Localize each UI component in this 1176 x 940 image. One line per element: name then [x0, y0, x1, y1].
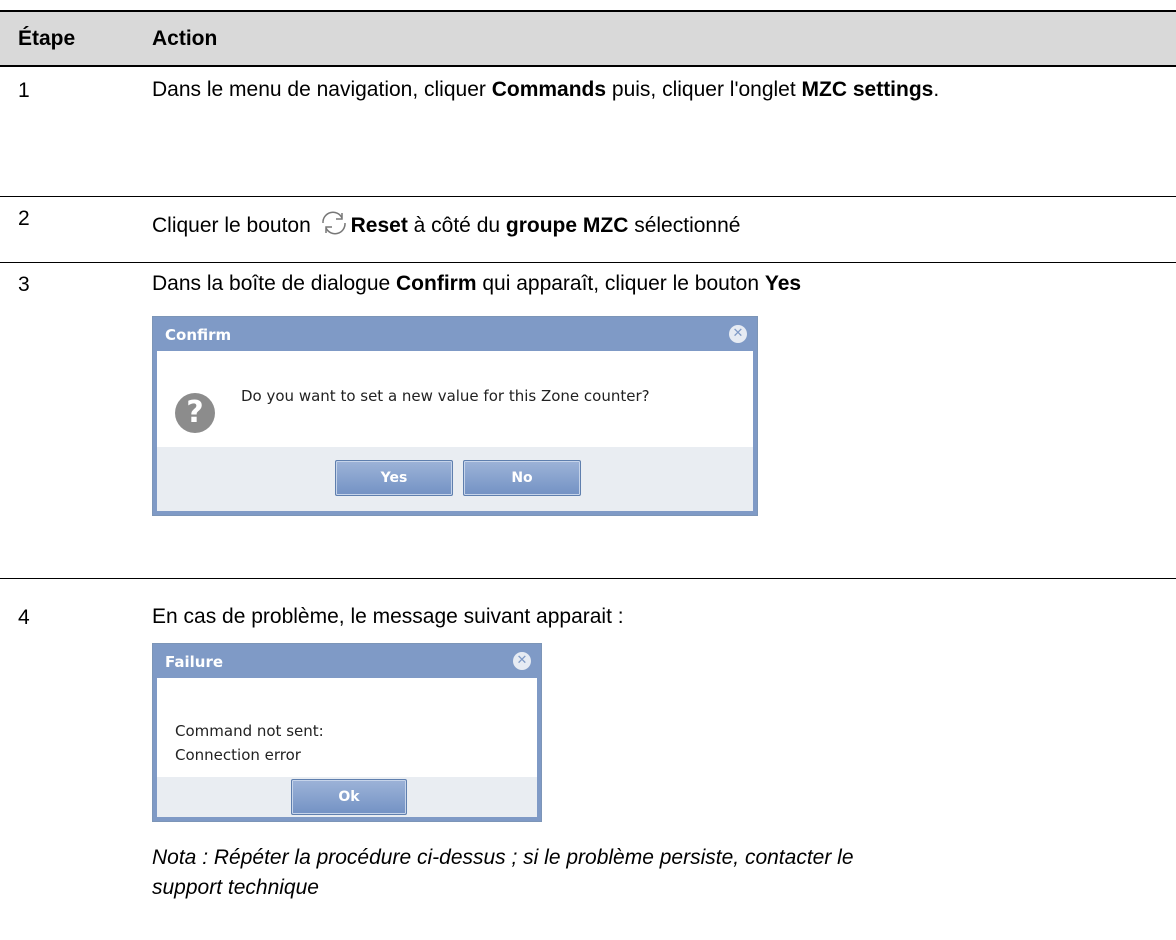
dialog-footer: Yes No	[157, 447, 753, 511]
dialog-border-bottom	[153, 817, 541, 821]
step-bold: Commands	[491, 78, 607, 101]
refresh-icon	[319, 210, 349, 244]
step-bold: Confirm	[396, 272, 477, 295]
row-divider	[0, 578, 1176, 579]
dialog-title: Failure	[165, 653, 224, 671]
dialog-message: Do you want to set a new value for this …	[241, 387, 650, 405]
dialog-message-line2: Connection error	[175, 746, 301, 764]
header-action: Action	[152, 27, 218, 50]
step-text: Dans le menu de navigation, cliquer Comm…	[152, 78, 940, 101]
dialog-message-line1: Command not sent:	[175, 722, 324, 740]
yes-button[interactable]: Yes	[335, 460, 453, 496]
question-icon: ?	[175, 393, 215, 433]
step-bold: Yes	[764, 272, 802, 295]
no-button[interactable]: No	[463, 460, 581, 496]
row-divider	[0, 196, 1176, 197]
ok-button[interactable]: Ok	[291, 779, 407, 815]
table-header: Étape Action	[0, 10, 1176, 67]
step-number: 3	[18, 273, 30, 296]
step-text: En cas de problème, le message suivant a…	[152, 605, 624, 628]
dialog-border-bottom	[153, 511, 757, 515]
dialog-footer: Ok	[157, 777, 537, 817]
step-number: 4	[18, 606, 30, 629]
step-number: 2	[18, 207, 30, 230]
step-bold: Reset	[350, 214, 408, 237]
dialog-title: Confirm	[165, 326, 232, 344]
dialog-border-right	[753, 317, 757, 515]
dialog-titlebar: Confirm ✕	[153, 317, 757, 351]
step-bold: groupe MZC	[505, 214, 629, 237]
row-divider	[0, 262, 1176, 263]
close-icon[interactable]: ✕	[513, 652, 531, 670]
header-step: Étape	[18, 27, 76, 50]
close-icon[interactable]: ✕	[729, 325, 747, 343]
dialog-titlebar: Failure ✕	[153, 644, 541, 678]
step-number: 1	[18, 79, 30, 102]
step-text: Dans la boîte de dialogue Confirm qui ap…	[152, 272, 802, 295]
dialog-border-right	[537, 644, 541, 821]
nota-text: Nota : Répéter la procédure ci-dessus ; …	[152, 846, 854, 899]
failure-dialog: Failure ✕ Command not sent: Connection e…	[152, 643, 542, 822]
step-text: Cliquer le bouton Reset à côté du groupe…	[152, 210, 1170, 244]
confirm-dialog: Confirm ✕ ? Do you want to set a new val…	[152, 316, 758, 516]
step-bold: MZC settings	[801, 78, 934, 101]
